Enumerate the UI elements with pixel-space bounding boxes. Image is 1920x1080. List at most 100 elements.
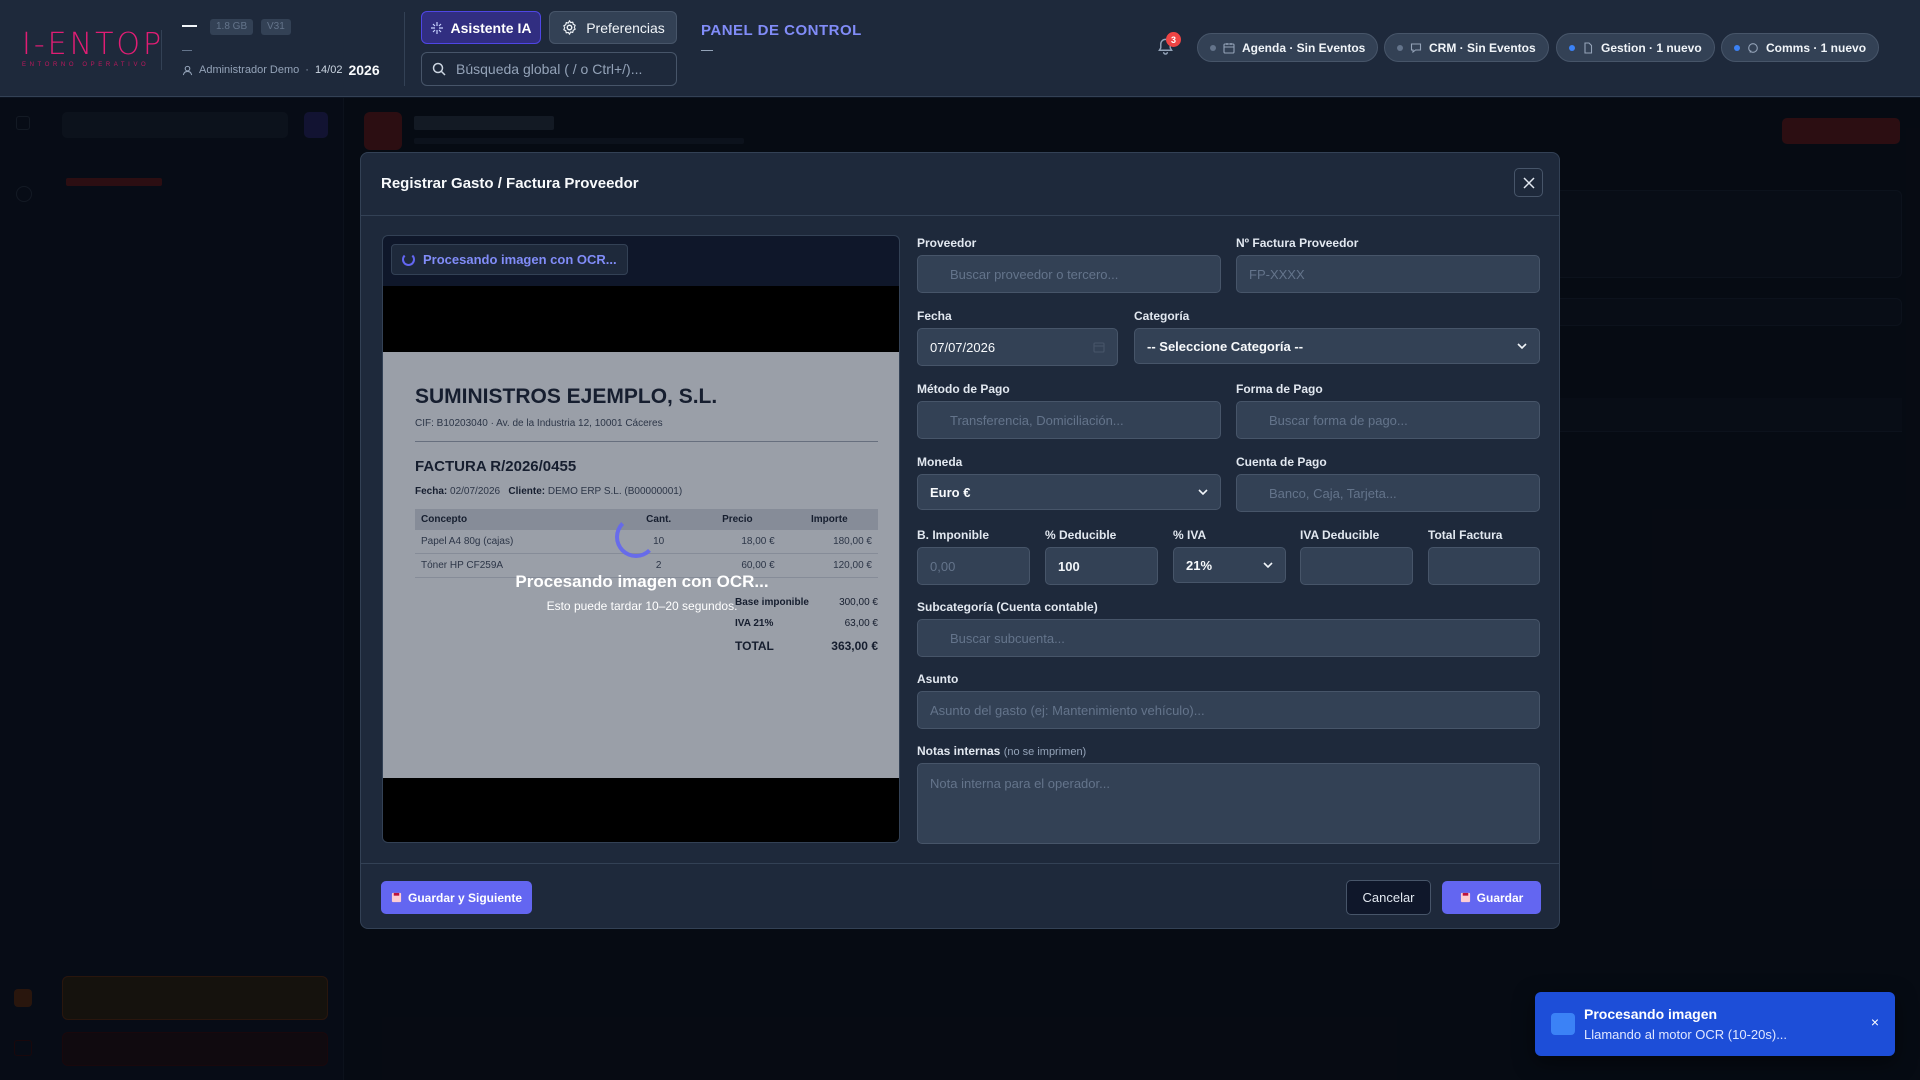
notifications-badge: 3 bbox=[1166, 32, 1181, 47]
deducible-input[interactable] bbox=[1045, 547, 1158, 585]
save-icon bbox=[391, 892, 402, 903]
logo-text: I-ENTOP bbox=[22, 27, 165, 62]
user-icon bbox=[182, 65, 193, 75]
invoice-preview: Procesando imagen con OCR... SUMINISTROS… bbox=[382, 235, 900, 843]
status-dot bbox=[1569, 44, 1575, 51]
toast-notification: Procesando imagen Llamando al motor OCR … bbox=[1535, 992, 1895, 1056]
subcategoria-label: Subcategoría (Cuenta contable) bbox=[917, 600, 1098, 614]
chevron-down-icon bbox=[1517, 342, 1527, 349]
modal-header: Registrar Gasto / Factura Proveedor bbox=[361, 153, 1559, 216]
chevron-down-icon bbox=[1198, 488, 1208, 495]
cuenta-pago-input[interactable] bbox=[1236, 474, 1540, 512]
fecha-input[interactable]: 07/07/2026 bbox=[917, 328, 1118, 366]
proveedor-label: Proveedor bbox=[917, 236, 977, 250]
chevron-down-icon bbox=[1263, 561, 1273, 568]
forma-pago-input[interactable] bbox=[1236, 401, 1540, 439]
pill-crm-label: CRM · Sin Eventos bbox=[1429, 40, 1536, 55]
save-label: Guardar bbox=[1476, 890, 1524, 905]
save-next-button[interactable]: Guardar y Siguiente bbox=[381, 881, 532, 914]
global-search-input[interactable] bbox=[456, 61, 656, 77]
app-logo[interactable]: I-ENTOP ENTORNO OPERATIVO bbox=[22, 27, 165, 69]
current-year[interactable]: 2026 bbox=[348, 62, 379, 78]
version-chip: V31 bbox=[261, 19, 291, 35]
iva-deducible-input[interactable] bbox=[1300, 547, 1413, 585]
base-imponible-label: B. Imponible bbox=[917, 528, 989, 542]
metodo-pago-input[interactable] bbox=[917, 401, 1221, 439]
sparkle-icon bbox=[430, 21, 443, 34]
message-icon bbox=[1748, 42, 1758, 53]
notas-label-text: Notas internas bbox=[917, 744, 1001, 758]
notas-textarea[interactable] bbox=[917, 763, 1540, 844]
preferences-label: Preferencias bbox=[586, 19, 665, 36]
status-dot bbox=[1397, 44, 1403, 51]
ai-assistant-label: Asistente IA bbox=[450, 19, 532, 36]
modal-footer: Guardar y Siguiente Cancelar Guardar bbox=[361, 863, 1559, 929]
pill-agenda-label: Agenda · Sin Eventos bbox=[1242, 40, 1366, 55]
chat-icon bbox=[1410, 42, 1422, 53]
pill-gestion-label: Gestion · 1 nuevo bbox=[1601, 40, 1702, 55]
total-factura-input[interactable] bbox=[1428, 547, 1540, 585]
categoria-value: -- Seleccione Categoría -- bbox=[1147, 338, 1304, 354]
panel-title[interactable]: PANEL DE CONTROL bbox=[701, 22, 862, 39]
notas-label: Notas internas (no se imprimen) bbox=[917, 744, 1086, 758]
global-search[interactable] bbox=[421, 52, 677, 86]
close-button[interactable] bbox=[1514, 168, 1543, 197]
notas-hint: (no se imprimen) bbox=[1003, 746, 1087, 758]
panel-subtitle-dash bbox=[701, 50, 713, 51]
document-icon bbox=[1584, 41, 1593, 54]
current-date: 14/02 bbox=[314, 64, 343, 76]
modal-title: Registrar Gasto / Factura Proveedor bbox=[381, 175, 639, 192]
iva-select[interactable]: 21% bbox=[1173, 547, 1286, 583]
spinner-icon bbox=[402, 253, 415, 266]
expense-modal: Registrar Gasto / Factura Proveedor Proc… bbox=[360, 152, 1560, 929]
pill-agenda[interactable]: Agenda · Sin Eventos bbox=[1197, 33, 1379, 62]
categoria-select[interactable]: -- Seleccione Categoría -- bbox=[1134, 328, 1540, 364]
separator-dot: · bbox=[305, 64, 309, 76]
processing-overlay: Procesando imagen con OCR... Esto puede … bbox=[383, 352, 899, 778]
storage-chip: 1.8 GB bbox=[210, 19, 254, 35]
cuenta-label: Cuenta de Pago bbox=[1236, 455, 1327, 469]
divider bbox=[404, 12, 405, 86]
search-icon bbox=[432, 62, 446, 76]
forma-label: Forma de Pago bbox=[1236, 382, 1323, 396]
moneda-select[interactable]: Euro € bbox=[917, 474, 1221, 510]
status-dot bbox=[1210, 44, 1216, 51]
divider bbox=[161, 30, 162, 70]
ocr-status-chip: Procesando imagen con OCR... bbox=[391, 244, 628, 275]
asunto-input[interactable] bbox=[917, 691, 1540, 729]
pill-gestion[interactable]: Gestion · 1 nuevo bbox=[1556, 33, 1715, 62]
pill-crm[interactable]: CRM · Sin Eventos bbox=[1384, 33, 1549, 62]
proveedor-input[interactable] bbox=[917, 255, 1221, 293]
preferences-button[interactable]: Preferencias bbox=[549, 11, 677, 44]
moneda-value: Euro € bbox=[930, 484, 971, 500]
base-imponible-input[interactable] bbox=[917, 547, 1030, 585]
calendar-icon[interactable] bbox=[1093, 341, 1105, 353]
user-name: Administrador Demo bbox=[199, 64, 300, 76]
top-bar: I-ENTOP ENTORNO OPERATIVO 1.8 GB V31 Adm… bbox=[0, 0, 1920, 97]
header-dash-secondary bbox=[182, 50, 192, 51]
moneda-label: Moneda bbox=[917, 455, 963, 469]
factura-label: Nº Factura Proveedor bbox=[1236, 236, 1359, 250]
total-factura-label: Total Factura bbox=[1428, 528, 1503, 542]
toast-close-button[interactable]: × bbox=[1871, 1014, 1879, 1030]
logo-subtitle: ENTORNO OPERATIVO bbox=[22, 62, 150, 68]
processing-title: Procesando imagen con OCR... bbox=[515, 572, 769, 591]
metodo-label: Método de Pago bbox=[917, 382, 1010, 396]
ai-assistant-button[interactable]: Asistente IA bbox=[421, 11, 541, 44]
info-icon bbox=[1551, 1013, 1575, 1035]
categoria-label: Categoría bbox=[1134, 309, 1190, 323]
save-button[interactable]: Guardar bbox=[1442, 881, 1541, 914]
cancel-button[interactable]: Cancelar bbox=[1346, 880, 1431, 915]
save-next-label: Guardar y Siguiente bbox=[407, 890, 523, 905]
spinner-icon bbox=[615, 516, 657, 558]
user-info: Administrador Demo · 14/02 2026 bbox=[182, 62, 380, 78]
toast-message: Llamando al motor OCR (10-20s)... bbox=[1584, 1027, 1788, 1042]
processing-subtitle: Esto puede tardar 10–20 segundos. bbox=[546, 599, 738, 613]
invoice-image[interactable]: SUMINISTROS EJEMPLO, S.L. CIF: B10203040… bbox=[383, 286, 899, 842]
factura-number-input[interactable] bbox=[1236, 255, 1540, 293]
pill-comms[interactable]: Comms · 1 nuevo bbox=[1721, 33, 1880, 62]
iva-value: 21% bbox=[1186, 557, 1213, 573]
subcategoria-input[interactable] bbox=[917, 619, 1540, 657]
calendar-icon bbox=[1223, 42, 1235, 54]
toast-title: Procesando imagen bbox=[1584, 1006, 1718, 1022]
